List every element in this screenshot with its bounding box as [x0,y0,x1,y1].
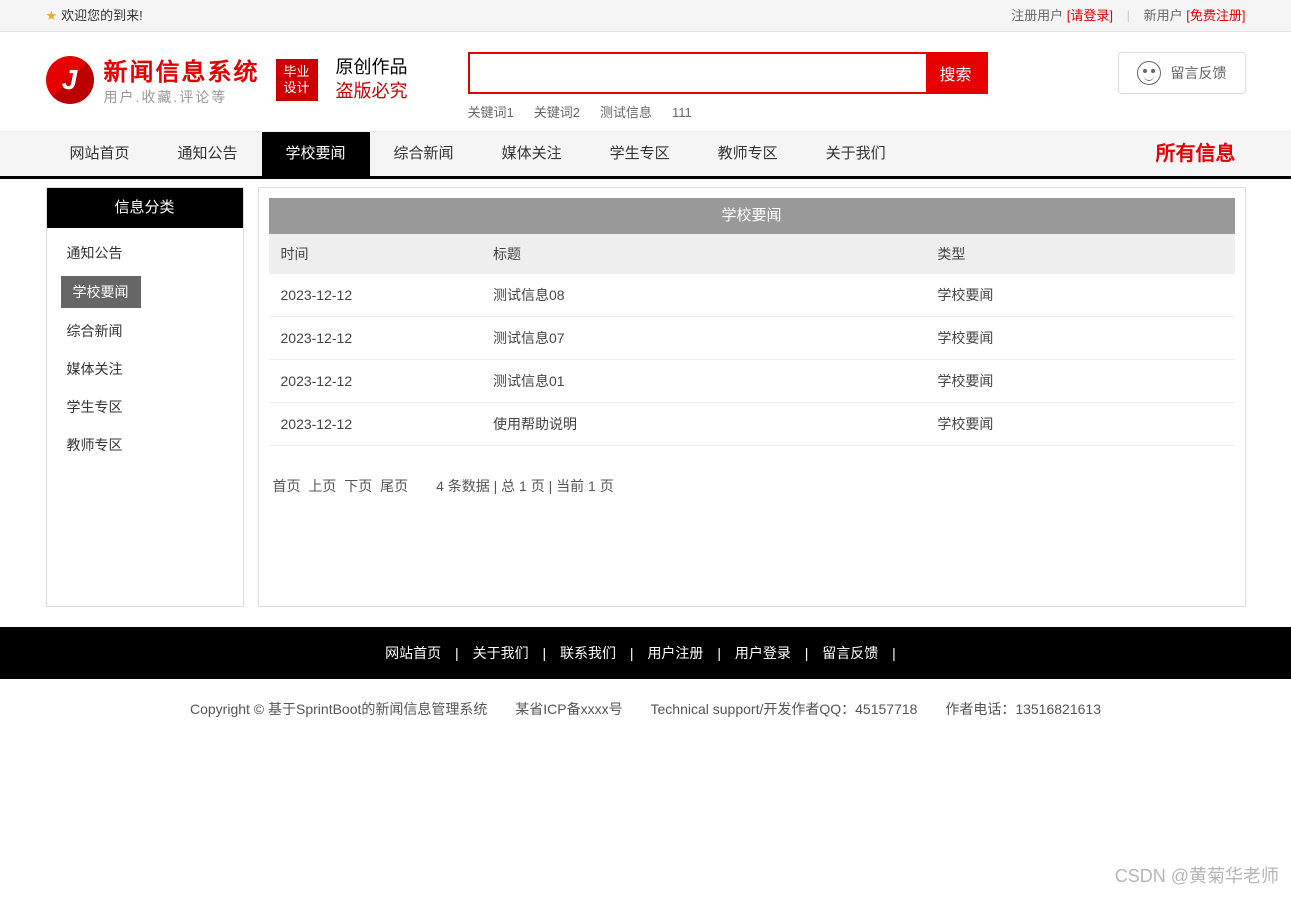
footer-tech: Technical support/开发作者QQ：45157718 [651,701,918,717]
footer-separator: | [713,645,724,661]
pager-prev[interactable]: 上页 [308,478,336,494]
cell-type: 学校要闻 [925,403,1234,446]
cell-title[interactable]: 使用帮助说明 [481,403,925,446]
cell-title[interactable]: 测试信息01 [481,360,925,403]
sidebar-item[interactable]: 学校要闻 [61,276,141,308]
table-row: 2023-12-12测试信息01学校要闻 [269,360,1235,403]
keyword-link[interactable]: 关键词2 [534,105,580,120]
logo-text: 新闻信息系统 用户.收藏.评论等 [104,52,260,107]
sidebar-item[interactable]: 教师专区 [47,426,243,464]
feedback-button[interactable]: 留言反馈 [1118,52,1246,94]
footer-icp: 某省ICP备xxxx号 [515,701,622,717]
main-nav: 网站首页通知公告学校要闻综合新闻媒体关注学生专区教师专区关于我们 所有信息 [0,131,1291,179]
keyword-link[interactable]: 关键词1 [468,105,514,120]
site-subtitle: 用户.收藏.评论等 [104,87,260,107]
keyword-link[interactable]: 111 [672,105,692,120]
footer-link[interactable]: 联系我们 [560,645,616,661]
registered-user-label: 注册用户 [1011,8,1063,23]
table-row: 2023-12-12测试信息07学校要闻 [269,317,1235,360]
topbar: ★欢迎您的到来! 注册用户 [请登录] | 新用户 [免费注册] [0,0,1291,32]
feedback-label: 留言反馈 [1171,63,1227,83]
pager: 首页 上页 下页 尾页 4 条数据 | 总 1 页 | 当前 1 页 [273,476,1231,496]
table-body: 2023-12-12测试信息08学校要闻2023-12-12测试信息07学校要闻… [269,274,1235,446]
nav-item[interactable]: 媒体关注 [478,132,586,176]
topbar-right: 注册用户 [请登录] | 新用户 [免费注册] [1011,0,1245,32]
logo-area: J 新闻信息系统 用户.收藏.评论等 毕业设计 原创作品 盗版必究 [46,52,408,107]
sidebar-title: 信息分类 [47,188,243,228]
footer-phone: 作者电话：13516821613 [945,701,1101,717]
topbar-separator: | [1127,8,1130,23]
cell-time: 2023-12-12 [269,403,482,446]
slogan: 原创作品 盗版必究 [336,56,408,103]
new-user-label: 新用户 [1144,8,1183,23]
keyword-row: 关键词1 关键词2 测试信息 111 [468,102,988,121]
cell-title[interactable]: 测试信息08 [481,274,925,317]
search-button[interactable]: 搜索 [926,54,986,92]
footer-link[interactable]: 关于我们 [473,645,529,661]
nav-item[interactable]: 学校要闻 [262,132,370,176]
footer-separator: | [888,645,896,661]
nav-item[interactable]: 学生专区 [586,132,694,176]
pager-first[interactable]: 首页 [273,478,301,494]
keyword-link[interactable]: 测试信息 [600,105,652,120]
table-row: 2023-12-12测试信息08学校要闻 [269,274,1235,317]
search-area: 搜索 关键词1 关键词2 测试信息 111 [468,52,988,121]
pager-info: 4 条数据 | 总 1 页 | 当前 1 页 [436,478,614,494]
cell-type: 学校要闻 [925,317,1234,360]
footer-link[interactable]: 留言反馈 [822,645,878,661]
cell-title[interactable]: 测试信息07 [481,317,925,360]
footer-nav: 网站首页 | 关于我们 | 联系我们 | 用户注册 | 用户登录 | 留言反馈 … [0,627,1291,679]
login-link[interactable]: [请登录] [1067,8,1113,23]
cell-time: 2023-12-12 [269,317,482,360]
register-link[interactable]: [免费注册] [1186,8,1245,23]
nav-item[interactable]: 教师专区 [694,132,802,176]
footer-link[interactable]: 用户登录 [735,645,791,661]
footer-separator: | [801,645,812,661]
table-row: 2023-12-12使用帮助说明学校要闻 [269,403,1235,446]
sidebar-list: 通知公告学校要闻综合新闻媒体关注学生专区教师专区 [47,228,243,470]
cell-time: 2023-12-12 [269,360,482,403]
site-title: 新闻信息系统 [104,52,260,87]
cell-time: 2023-12-12 [269,274,482,317]
pager-last[interactable]: 尾页 [380,478,408,494]
search-input[interactable] [470,54,926,92]
nav-item[interactable]: 网站首页 [46,132,154,176]
nav-item[interactable]: 通知公告 [154,132,262,176]
header: J 新闻信息系统 用户.收藏.评论等 毕业设计 原创作品 盗版必究 搜索 关键词… [46,32,1246,131]
main-area: 信息分类 通知公告学校要闻综合新闻媒体关注学生专区教师专区 学校要闻 时间 标题… [46,179,1246,607]
sidebar-item[interactable]: 综合新闻 [47,312,243,350]
footer-separator: | [626,645,637,661]
star-icon: ★ [46,8,58,23]
sidebar-item[interactable]: 学生专区 [47,388,243,426]
logo-icon: J [46,56,94,104]
footer-separator: | [451,645,462,661]
col-time-header: 时间 [269,234,482,274]
headset-icon [1137,61,1161,85]
all-info-label: 所有信息 [1156,132,1246,176]
col-type-header: 类型 [925,234,1234,274]
footer-info: Copyright © 基于SprintBoot的新闻信息管理系统 某省ICP备… [0,679,1291,779]
sidebar: 信息分类 通知公告学校要闻综合新闻媒体关注学生专区教师专区 [46,187,244,607]
sidebar-item[interactable]: 媒体关注 [47,350,243,388]
footer-link[interactable]: 用户注册 [647,645,703,661]
nav-item[interactable]: 综合新闻 [370,132,478,176]
pager-next[interactable]: 下页 [344,478,372,494]
nav-item[interactable]: 关于我们 [802,132,910,176]
footer-separator: | [539,645,550,661]
content-panel: 学校要闻 时间 标题 类型 2023-12-12测试信息08学校要闻2023-1… [258,187,1246,607]
welcome-text: ★欢迎您的到来! [46,0,143,32]
panel-title: 学校要闻 [269,198,1235,234]
footer-copyright: Copyright © 基于SprintBoot的新闻信息管理系统 [190,701,487,717]
sidebar-item[interactable]: 通知公告 [47,234,243,272]
cell-type: 学校要闻 [925,274,1234,317]
graduation-badge: 毕业设计 [276,59,318,101]
watermark: CSDN @黄菊华老师 [1115,862,1279,888]
search-box: 搜索 [468,52,988,94]
data-table: 时间 标题 类型 2023-12-12测试信息08学校要闻2023-12-12测… [269,234,1235,446]
col-title-header: 标题 [481,234,925,274]
footer-link[interactable]: 网站首页 [385,645,441,661]
cell-type: 学校要闻 [925,360,1234,403]
